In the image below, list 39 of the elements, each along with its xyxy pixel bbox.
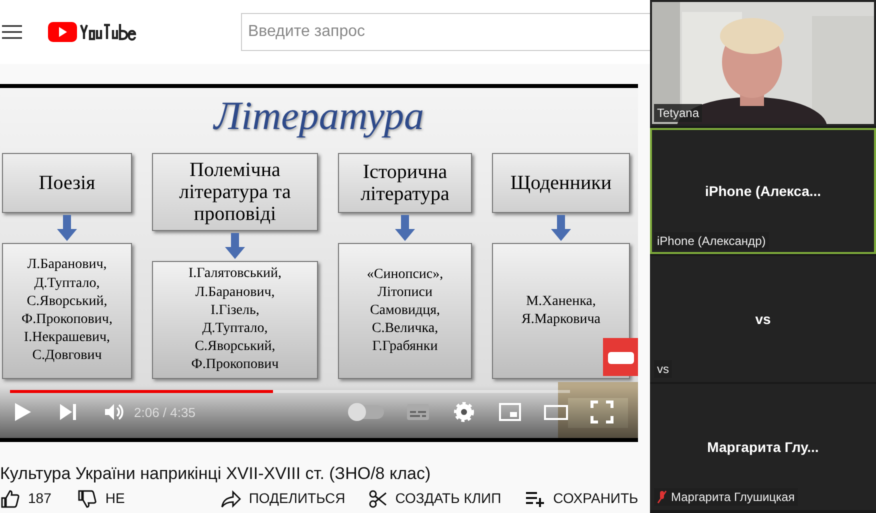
thumb-up-icon bbox=[0, 490, 20, 508]
down-arrow-icon bbox=[57, 215, 77, 241]
share-button[interactable]: ПОДЕЛИТЬСЯ bbox=[220, 490, 346, 508]
fullscreen-icon[interactable] bbox=[590, 400, 614, 424]
down-arrow-icon bbox=[225, 233, 245, 259]
participant-name: Маргарита Глу... bbox=[707, 439, 819, 455]
autoplay-toggle[interactable] bbox=[350, 405, 384, 419]
slide-list: М.Ханенка, Я.Марковича bbox=[522, 292, 600, 330]
miniplayer-icon[interactable] bbox=[498, 400, 522, 424]
participant-label: vs bbox=[657, 362, 669, 376]
participant-name: iPhone (Алекса... bbox=[704, 183, 822, 199]
slide-list: «Синопсис», Літописи Самовидця, С.Величка, Г.Грабянки bbox=[366, 266, 444, 356]
time-display: 2:06 / 4:35 bbox=[134, 404, 196, 420]
playlist-add-icon bbox=[525, 490, 546, 508]
slide-list: Л.Баранович, Д.Туптало, С.Яворський, Ф.Прокопович, І.Некрашевич, С.Довгович bbox=[22, 256, 112, 366]
slide-heading: Полемічна література та проповіді bbox=[152, 153, 318, 231]
settings-icon[interactable] bbox=[452, 400, 476, 424]
video-title: Культура України наприкінці XVII-XVIII ст. (ЗНО/8 клас) bbox=[0, 464, 432, 484]
down-arrow-icon bbox=[551, 215, 571, 241]
save-button[interactable]: СОХРАНИТЬ bbox=[525, 490, 638, 508]
slide-heading: Щоденники bbox=[492, 153, 630, 213]
slide-heading: Історична література bbox=[338, 153, 472, 213]
slide-list: І.Галятовський, Л.Баранович, І.Гізель, Д.Туптало, С.Яворський, Ф.Прокопович bbox=[188, 265, 282, 375]
down-arrow-icon bbox=[395, 215, 415, 241]
participant-label: iPhone (Александр) bbox=[657, 234, 766, 248]
progress-bar[interactable] bbox=[10, 390, 570, 393]
slide-title: Література bbox=[214, 92, 424, 139]
clip-button[interactable]: СОЗДАТЬ КЛИП bbox=[369, 490, 502, 508]
like-button[interactable]: 187 bbox=[0, 490, 52, 508]
slide-heading: Поезія bbox=[2, 153, 132, 213]
dislike-button[interactable]: НЕ bbox=[77, 490, 125, 508]
search-field[interactable]: Введите запрос bbox=[241, 13, 650, 51]
menu-icon[interactable] bbox=[2, 24, 22, 40]
participant-label: Маргарита Глушицкая bbox=[671, 490, 795, 504]
scissors-icon bbox=[369, 490, 388, 508]
share-arrow-icon bbox=[220, 490, 241, 508]
participant-label: Tetyana bbox=[657, 106, 700, 120]
participant-name: vs bbox=[755, 311, 771, 327]
thumb-down-icon bbox=[77, 490, 98, 508]
